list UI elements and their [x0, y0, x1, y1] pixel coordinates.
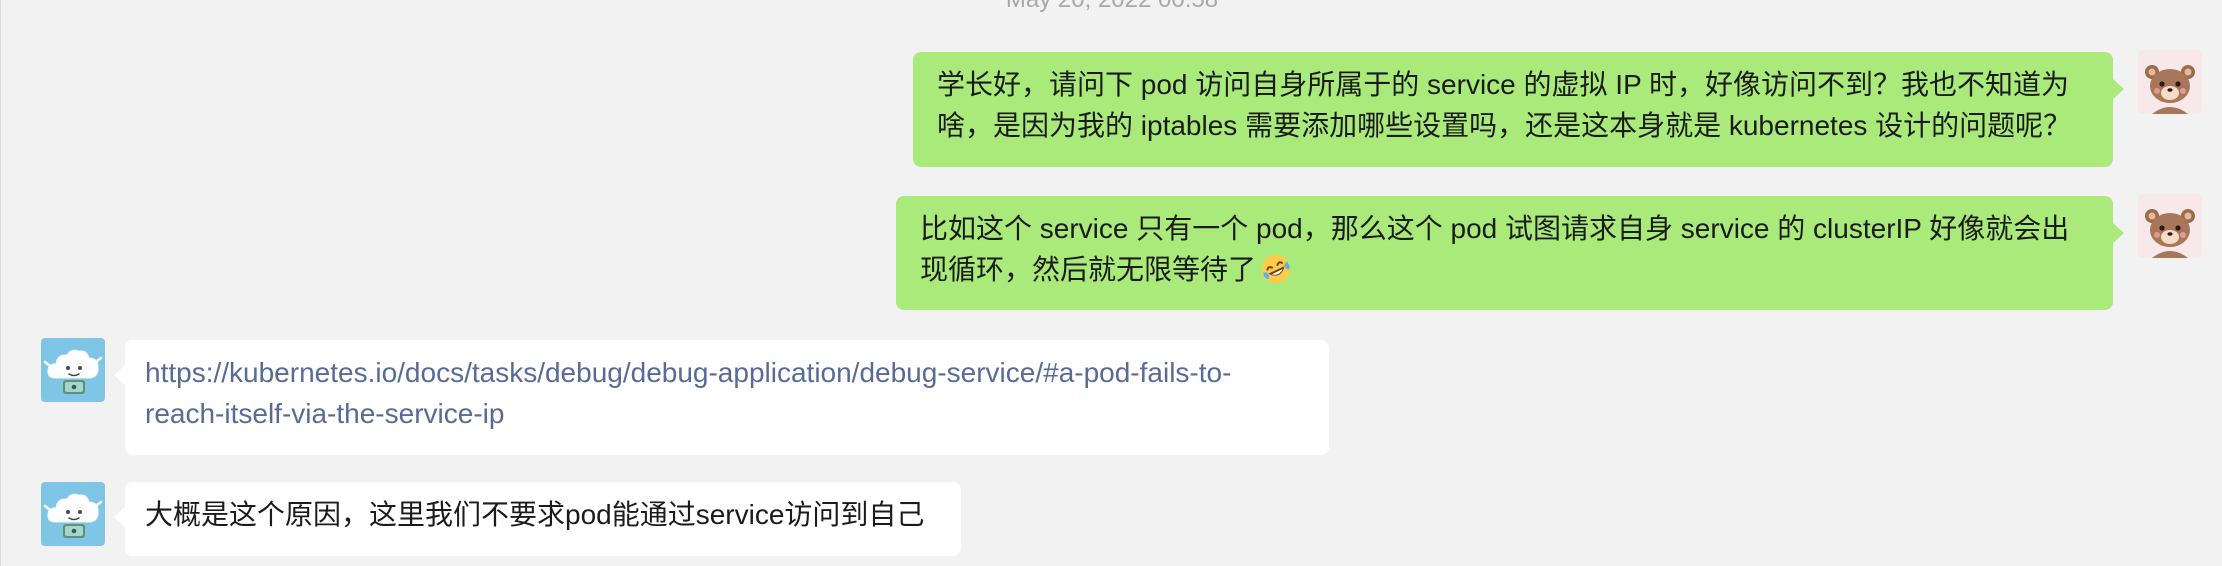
- message-timestamp: May 20, 2022 00:58: [1, 0, 2222, 12]
- self-avatar[interactable]: [2138, 194, 2202, 258]
- rolling-on-floor-laughing-emoji-icon: [1262, 255, 1291, 283]
- outgoing-message-bubble[interactable]: 学长好，请问下 pod 访问自身所属于的 service 的虚拟 IP 时，好像…: [913, 52, 2124, 167]
- cloud-avatar-icon: [41, 338, 105, 402]
- contact-avatar[interactable]: [41, 338, 105, 402]
- bear-avatar-icon: [2138, 194, 2202, 258]
- bear-avatar-icon: [2138, 50, 2202, 114]
- message-link[interactable]: https://kubernetes.io/docs/tasks/debug/d…: [145, 352, 1309, 393]
- message-link[interactable]: reach-itself-via-the-service-ip: [145, 393, 1309, 434]
- incoming-message-bubble[interactable]: 大概是这个原因，这里我们不要求pod能通过service访问到自己: [114, 482, 961, 556]
- incoming-message-bubble[interactable]: https://kubernetes.io/docs/tasks/debug/d…: [114, 340, 1329, 455]
- chat-pane: May 20, 2022 00:58 学长好，请问下 pod 访问自身所属于的 …: [0, 0, 2222, 566]
- outgoing-message-bubble[interactable]: 比如这个 service 只有一个 pod，那么这个 pod 试图请求自身 se…: [896, 196, 2124, 310]
- message-line: 学长好，请问下 pod 访问自身所属于的 service 的虚拟 IP 时，好像…: [937, 69, 2070, 100]
- message-line: 啥，是因为我的 iptables 需要添加哪些设置吗，还是这本身就是 kuber…: [937, 110, 2072, 141]
- cloud-avatar-icon: [41, 482, 105, 546]
- message-line: 比如这个 service 只有一个 pod，那么这个 pod 试图请求自身 se…: [920, 213, 2070, 244]
- contact-avatar[interactable]: [41, 482, 105, 546]
- message-line: 现循环，然后就无限等待了: [920, 254, 1257, 285]
- self-avatar[interactable]: [2138, 50, 2202, 114]
- message-line: 大概是这个原因，这里我们不要求pod能通过service访问到自己: [145, 499, 925, 530]
